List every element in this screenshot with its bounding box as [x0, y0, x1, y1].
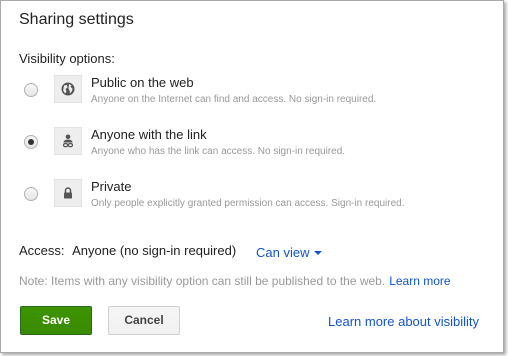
- globe-icon: [54, 75, 82, 103]
- person-link-icon: [54, 127, 82, 155]
- radio-anyone-with-link[interactable]: [24, 135, 38, 149]
- publish-note: Note: Items with any visibility option c…: [19, 274, 451, 288]
- access-summary: Access: Anyone (no sign-in required): [19, 243, 236, 258]
- radio-public-on-web[interactable]: [24, 83, 38, 97]
- cancel-button[interactable]: Cancel: [108, 306, 180, 335]
- chevron-down-icon: [314, 251, 323, 255]
- option-description: Only people explicitly granted permissio…: [91, 198, 405, 209]
- save-button[interactable]: Save: [20, 306, 92, 335]
- lock-icon: [54, 179, 82, 207]
- sharing-settings-dialog: Sharing settings Visibility options: Pub…: [0, 0, 504, 353]
- option-title: Private: [91, 179, 132, 194]
- option-anyone-with-link[interactable]: Anyone with the link Anyone who has the …: [1, 127, 501, 167]
- option-public-on-web[interactable]: Public on the web Anyone on the Internet…: [1, 75, 501, 115]
- option-private[interactable]: Private Only people explicitly granted p…: [1, 179, 501, 219]
- option-description: Anyone on the Internet can find and acce…: [91, 94, 377, 105]
- access-label: Access:: [19, 243, 65, 258]
- note-text: Note: Items with any visibility option c…: [19, 274, 386, 288]
- visibility-options-label: Visibility options:: [19, 51, 115, 66]
- learn-more-about-visibility-link[interactable]: Learn more about visibility: [328, 314, 479, 329]
- permission-dropdown-label: Can view: [256, 245, 310, 260]
- option-title: Public on the web: [91, 75, 194, 90]
- learn-more-link[interactable]: Learn more: [389, 274, 450, 288]
- dialog-title: Sharing settings: [19, 11, 134, 28]
- option-title: Anyone with the link: [91, 127, 207, 142]
- permission-dropdown[interactable]: Can view: [256, 245, 323, 260]
- radio-private[interactable]: [24, 187, 38, 201]
- access-value: Anyone (no sign-in required): [72, 243, 237, 258]
- option-description: Anyone who has the link can access. No s…: [91, 146, 346, 157]
